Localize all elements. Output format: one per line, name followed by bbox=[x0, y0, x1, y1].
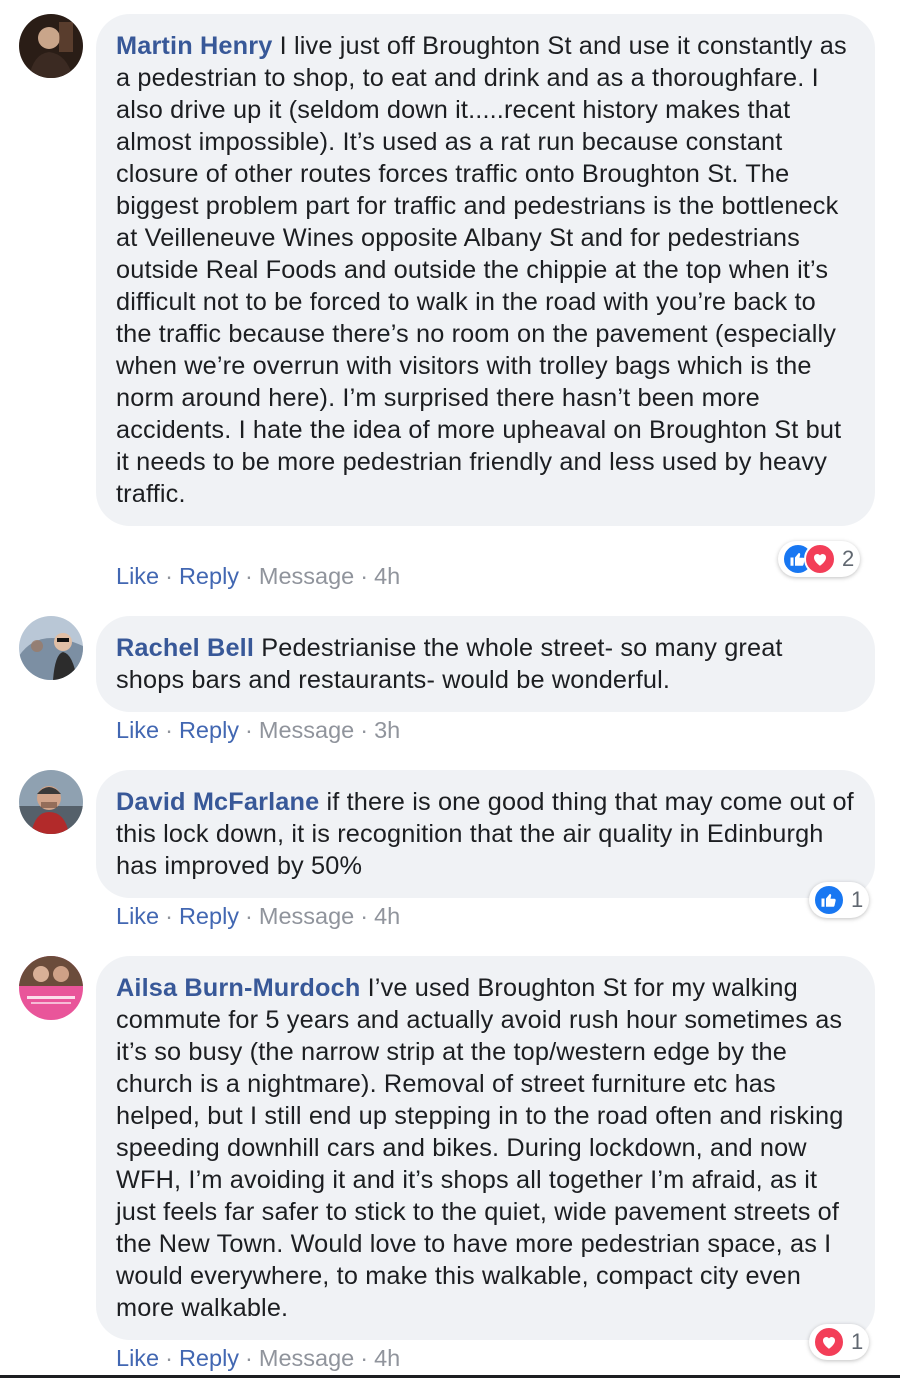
timestamp[interactable]: 3h bbox=[374, 717, 400, 743]
like-link[interactable]: Like bbox=[116, 1345, 159, 1371]
comment-bubble: Ailsa Burn-Murdoch I’ve used Broughton S… bbox=[96, 956, 875, 1340]
comment-author[interactable]: Martin Henry bbox=[116, 32, 272, 60]
reaction-count: 1 bbox=[851, 1329, 864, 1354]
separator: · bbox=[245, 717, 253, 743]
avatar-photo bbox=[19, 14, 83, 78]
timestamp[interactable]: 4h bbox=[374, 903, 400, 929]
reactions-summary[interactable]: 1 bbox=[809, 882, 870, 918]
message-link[interactable]: Message bbox=[259, 903, 354, 929]
comment-bubble: Martin Henry I live just off Broughton S… bbox=[96, 14, 875, 526]
heart-icon bbox=[804, 543, 836, 575]
separator: · bbox=[245, 563, 253, 589]
reply-link[interactable]: Reply bbox=[179, 563, 239, 589]
comment-author[interactable]: Ailsa Burn-Murdoch bbox=[116, 974, 360, 1002]
separator: · bbox=[165, 563, 173, 589]
reactions-summary[interactable]: 1 bbox=[809, 1324, 870, 1360]
separator: · bbox=[360, 563, 369, 589]
comment-author[interactable]: David McFarlane bbox=[116, 788, 319, 816]
comment-actions: Like · Reply · Message · 4h bbox=[116, 1343, 400, 1373]
reaction-count: 2 bbox=[842, 546, 855, 571]
message-link[interactable]: Message bbox=[259, 717, 354, 743]
heart-icon bbox=[813, 1326, 845, 1358]
separator: · bbox=[245, 903, 253, 929]
timestamp[interactable]: 4h bbox=[374, 1345, 400, 1371]
comment-bubble: Rachel Bell Pedestrianise the whole stre… bbox=[96, 616, 875, 712]
reactions-summary[interactable]: 2 bbox=[778, 541, 861, 577]
comment-text: I’ve used Broughton St for my walking co… bbox=[116, 974, 844, 1322]
like-link[interactable]: Like bbox=[116, 903, 159, 929]
avatar[interactable] bbox=[19, 616, 83, 680]
avatar-photo bbox=[19, 616, 83, 680]
separator: · bbox=[245, 1345, 253, 1371]
timestamp[interactable]: 4h bbox=[374, 563, 400, 589]
comment-actions: Like · Reply · Message · 3h bbox=[116, 715, 400, 745]
like-link[interactable]: Like bbox=[116, 717, 159, 743]
separator: · bbox=[360, 717, 369, 743]
thumbs-up-icon bbox=[813, 884, 845, 916]
reply-link[interactable]: Reply bbox=[179, 717, 239, 743]
reaction-count: 1 bbox=[851, 887, 864, 912]
reply-link[interactable]: Reply bbox=[179, 903, 239, 929]
reply-link[interactable]: Reply bbox=[179, 1345, 239, 1371]
comment-author[interactable]: Rachel Bell bbox=[116, 634, 254, 662]
message-link[interactable]: Message bbox=[259, 563, 354, 589]
avatar-photo bbox=[19, 956, 83, 1020]
separator: · bbox=[360, 1345, 369, 1371]
avatar[interactable] bbox=[19, 770, 83, 834]
separator: · bbox=[165, 717, 173, 743]
like-link[interactable]: Like bbox=[116, 563, 159, 589]
avatar-photo bbox=[19, 770, 83, 834]
comment-actions: Like · Reply · Message · 4h bbox=[116, 901, 400, 931]
separator: · bbox=[360, 903, 369, 929]
message-link[interactable]: Message bbox=[259, 1345, 354, 1371]
comment-actions: Like · Reply · Message · 4h bbox=[116, 561, 400, 591]
separator: · bbox=[165, 1345, 173, 1371]
avatar[interactable] bbox=[19, 14, 83, 78]
comment-bubble: David McFarlane if there is one good thi… bbox=[96, 770, 875, 898]
avatar[interactable] bbox=[19, 956, 83, 1020]
separator: · bbox=[165, 903, 173, 929]
comment-text: I live just off Broughton St and use it … bbox=[116, 32, 847, 508]
